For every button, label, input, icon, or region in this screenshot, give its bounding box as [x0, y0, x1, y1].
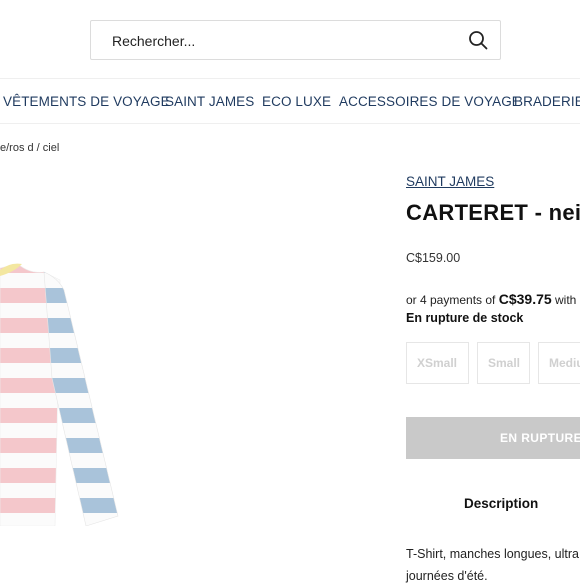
installments-suffix: with	[551, 293, 577, 307]
installments-info: or 4 payments of C$39.75 with	[406, 291, 576, 307]
size-option-medium[interactable]: Mediu	[538, 342, 580, 384]
breadcrumb: e/ros d / ciel	[0, 142, 60, 154]
search-bar[interactable]: Rechercher...	[90, 20, 501, 60]
nav-item-accessoires-de-voyage[interactable]: ACCESSOIRES DE VOYAGE	[339, 94, 521, 109]
product-image[interactable]	[0, 258, 120, 526]
description-line: T-Shirt, manches longues, ultra	[406, 547, 579, 561]
product-description: T-Shirt, manches longues, ultra journées…	[406, 543, 580, 587]
size-option-label: Mediu	[549, 356, 580, 370]
out-of-stock-label: EN RUPTURE	[500, 431, 580, 445]
product-brand-link[interactable]: SAINT JAMES	[406, 174, 494, 189]
stock-status: En rupture de stock	[406, 311, 524, 325]
product-title: CARTERET - neig	[406, 200, 580, 225]
search-input[interactable]: Rechercher...	[112, 33, 195, 49]
nav-item-saint-james[interactable]: SAINT JAMES	[165, 94, 254, 109]
size-option-label: Small	[488, 356, 521, 370]
nav-item-eco-luxe[interactable]: ECO LUXE	[262, 94, 331, 109]
main-nav: VÊTEMENTS DE VOYAGE SAINT JAMES ECO LUXE…	[0, 78, 580, 124]
out-of-stock-button[interactable]: EN RUPTURE	[406, 417, 580, 459]
size-option-xsmall[interactable]: XSmall	[406, 342, 469, 384]
size-option-small[interactable]: Small	[477, 342, 530, 384]
size-option-label: XSmall	[417, 356, 458, 370]
installments-prefix: or 4 payments of	[406, 293, 499, 307]
description-line: journées d'été.	[406, 569, 488, 583]
product-price: C$159.00	[406, 251, 461, 265]
nav-item-braderie[interactable]: BRADERIE	[514, 94, 580, 109]
tab-description[interactable]: Description	[464, 496, 538, 511]
search-icon[interactable]	[468, 30, 488, 50]
nav-item-vetements-de-voyage[interactable]: VÊTEMENTS DE VOYAGE	[3, 94, 170, 109]
installments-amount: C$39.75	[498, 291, 552, 307]
